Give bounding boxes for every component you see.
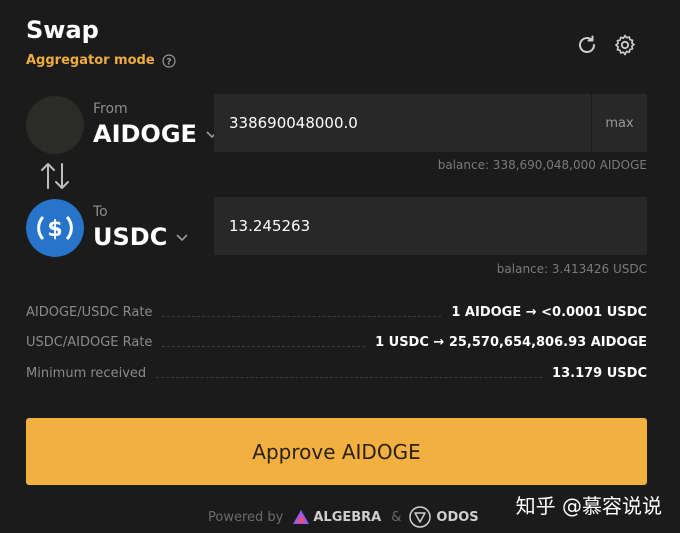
odos-label: ODOS — [436, 509, 479, 525]
algebra-brand[interactable]: ALGEBRA — [293, 510, 381, 525]
detail-value: 13.179 USDC — [552, 366, 647, 381]
aidoge-token-icon — [26, 96, 84, 154]
to-label: To — [93, 204, 108, 220]
from-balance: balance: 338,690,048,000 AIDOGE — [437, 158, 647, 172]
to-token-selector[interactable]: USDC — [93, 223, 189, 251]
from-label: From — [93, 101, 128, 117]
help-icon[interactable]: ? — [162, 53, 176, 68]
from-amount-box[interactable]: 338690048000.0 max — [214, 94, 647, 152]
detail-label: AIDOGE/USDC Rate — [26, 305, 153, 320]
ampersand: & — [391, 509, 402, 525]
watermark: 知乎 @慕容说说 — [515, 494, 662, 518]
dotted-leader — [162, 346, 366, 347]
to-balance: balance: 3.413426 USDC — [496, 262, 647, 276]
approve-button[interactable]: Approve AIDOGE — [26, 418, 647, 485]
to-amount-input[interactable]: 13.245263 — [214, 217, 647, 235]
dotted-leader — [156, 377, 543, 378]
chevron-down-icon — [176, 234, 188, 242]
detail-label: Minimum received — [26, 366, 147, 381]
page-title: Swap — [26, 16, 99, 44]
from-token-selector[interactable]: AIDOGE — [93, 120, 219, 148]
gear-icon[interactable] — [613, 33, 637, 57]
usdc-token-icon: $ — [26, 199, 84, 257]
algebra-label: ALGEBRA — [313, 509, 382, 525]
powered-by: Powered by ALGEBRA & ODOS — [208, 506, 479, 528]
odos-brand[interactable]: ODOS — [409, 506, 479, 528]
refresh-icon[interactable] — [575, 33, 599, 57]
from-amount-input[interactable]: 338690048000.0 — [214, 114, 591, 132]
swap-direction-icon[interactable] — [38, 160, 72, 192]
odos-logo-icon — [409, 506, 432, 528]
aggregator-mode[interactable]: Aggregator mode ? — [26, 53, 176, 68]
detail-row: AIDOGE/USDC Rate 1 AIDOGE → <0.0001 USDC — [26, 302, 647, 320]
mode-label: Aggregator mode — [26, 53, 155, 68]
algebra-logo-icon — [293, 510, 310, 524]
detail-value: 1 AIDOGE → <0.0001 USDC — [451, 305, 647, 320]
from-token-name: AIDOGE — [93, 120, 197, 148]
to-token-name: USDC — [93, 223, 168, 251]
detail-label: USDC/AIDOGE Rate — [26, 335, 153, 350]
dotted-leader — [162, 316, 442, 317]
powered-by-label: Powered by — [208, 509, 284, 525]
svg-text:?: ? — [166, 57, 171, 67]
detail-row: USDC/AIDOGE Rate 1 USDC → 25,570,654,806… — [26, 332, 647, 350]
detail-value: 1 USDC → 25,570,654,806.93 AIDOGE — [375, 335, 647, 350]
max-button[interactable]: max — [591, 94, 647, 152]
detail-row: Minimum received 13.179 USDC — [26, 363, 647, 381]
to-amount-box[interactable]: 13.245263 — [214, 197, 647, 255]
svg-text:$: $ — [47, 217, 62, 242]
